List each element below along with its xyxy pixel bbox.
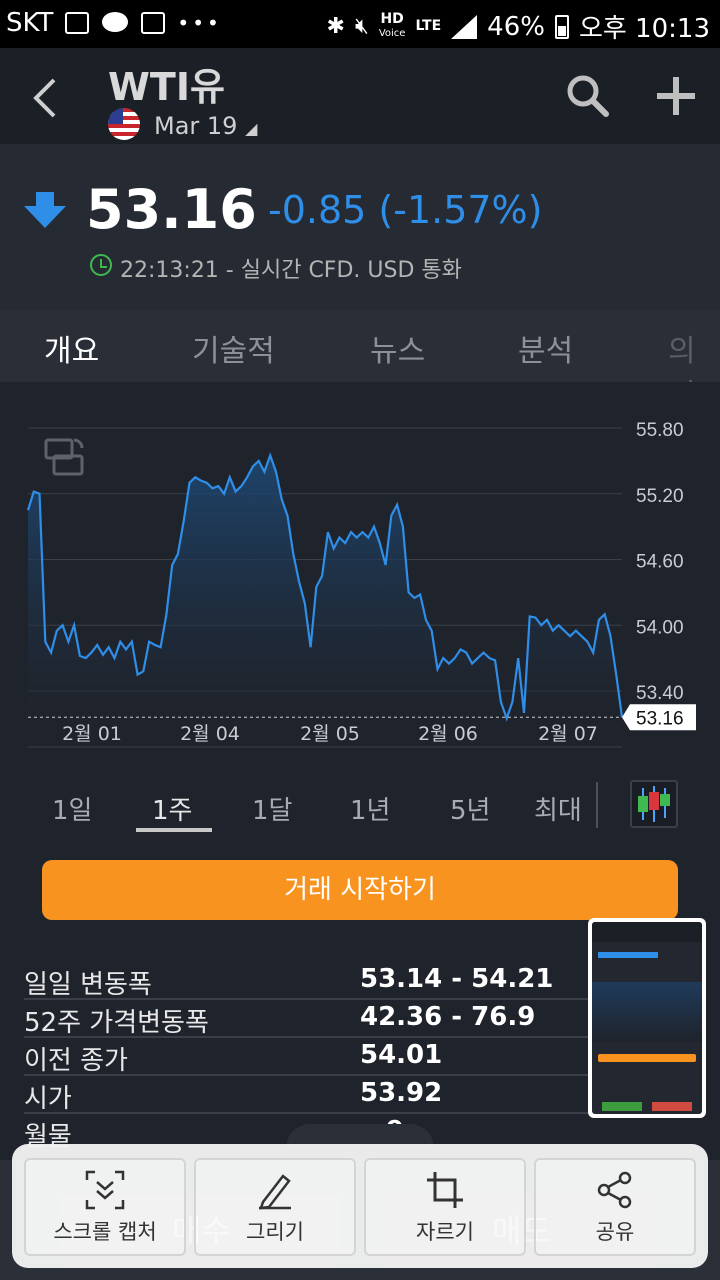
- y-tick-label: 53.40: [636, 683, 684, 704]
- app-header: WTI유 Mar 19 ◢: [0, 48, 720, 144]
- stat-row: 시가 53.92: [24, 1076, 590, 1114]
- stat-value: 54.01: [360, 1040, 443, 1070]
- tab-technical[interactable]: 기술적: [192, 326, 275, 370]
- crop-label: 자르기: [416, 1220, 474, 1244]
- range-divider: [596, 782, 598, 828]
- instrument-title: WTI유: [108, 65, 225, 109]
- font-icon: [141, 12, 166, 34]
- range-max[interactable]: 최대: [534, 790, 582, 827]
- y-tick-label: 55.80: [636, 420, 684, 441]
- thumb-trade-button: [598, 1054, 696, 1062]
- chat-icon: [102, 12, 129, 32]
- stat-value: 53.92: [360, 1078, 443, 1108]
- battery-icon: [554, 14, 569, 39]
- down-arrow-icon: [24, 192, 66, 228]
- thumbnail-content: [592, 922, 702, 1114]
- battery-percent: 46%: [487, 11, 545, 42]
- range-1m[interactable]: 1달: [252, 790, 292, 827]
- price-area-fill: [28, 455, 622, 719]
- candlestick-toggle-button[interactable]: [630, 780, 678, 828]
- stat-row: 52주 가격변동폭 42.36 - 76.9: [24, 1000, 590, 1038]
- draw-button[interactable]: 그리기: [194, 1158, 356, 1256]
- quote-panel: 53.16 -0.85 (-1.57%) 22:13:21 - 실시간 CFD.…: [0, 144, 720, 310]
- tab-analysis[interactable]: 분석: [518, 326, 573, 370]
- stat-row: 이전 종가 54.01: [24, 1038, 590, 1076]
- range-5y[interactable]: 5년: [450, 790, 490, 827]
- y-tick-label: 54.00: [636, 617, 684, 638]
- contract-selector[interactable]: Mar 19 ◢: [154, 112, 257, 140]
- section-tabs: 개요 기술적 뉴스 분석 의견: [0, 310, 720, 413]
- rotate-screen-icon[interactable]: [42, 436, 88, 478]
- carrier-label: SKT: [6, 8, 54, 38]
- scroll-capture-label: 스크롤 캡처: [53, 1220, 157, 1244]
- status-bar: SKT ••• ✱ 🔇︎ HD Voice LTE 46% 오후 10:13: [0, 0, 720, 48]
- quote-time-info: 22:13:21 - 실시간 CFD. USD 통화: [120, 258, 462, 283]
- bluetooth-icon: ✱: [326, 14, 345, 39]
- stat-value: 42.36 - 76.9: [360, 1002, 536, 1032]
- stat-label: 시가: [24, 1084, 72, 1114]
- stat-label: 일일 변동폭: [24, 970, 152, 1000]
- thumb-sell: [652, 1102, 692, 1111]
- y-tick-label: 55.20: [636, 486, 684, 507]
- tab-overview[interactable]: 개요: [44, 326, 99, 370]
- signal-icon: [451, 14, 478, 39]
- screenshot-preview-thumbnail[interactable]: [588, 918, 706, 1118]
- search-icon[interactable]: [566, 74, 610, 118]
- price-chart[interactable]: 55.80 55.20 54.60 54.00 53.40 2월 01 2월 04 2월 05…: [0, 382, 720, 752]
- scroll-capture-icon: [85, 1170, 125, 1210]
- lte-icon: LTE: [415, 18, 442, 34]
- draw-label: 그리기: [246, 1220, 304, 1244]
- stat-label: 이전 종가: [24, 1046, 128, 1076]
- thumb-price: [598, 952, 658, 958]
- price-chart-area[interactable]: 55.80 55.20 54.60 54.00 53.40 2월 01 2월 04 2월 05…: [0, 382, 720, 752]
- us-flag-icon: [108, 108, 140, 140]
- scroll-capture-button[interactable]: 스크롤 캡처: [24, 1158, 186, 1256]
- crop-button[interactable]: 자르기: [364, 1158, 526, 1256]
- y-tick-label: 54.60: [636, 552, 684, 573]
- clock-time: 오후 10:13: [578, 14, 710, 44]
- x-tick-label: 2월 07: [538, 723, 598, 745]
- thumb-buy: [602, 1102, 642, 1111]
- range-1w[interactable]: 1주: [152, 790, 192, 827]
- stat-value: 53.14 - 54.21: [360, 964, 554, 994]
- clock-icon: [90, 254, 112, 276]
- last-price-label: 53.16: [636, 708, 684, 729]
- gallery-icon: [65, 12, 90, 34]
- last-price: 53.16: [86, 178, 257, 241]
- back-arrow-icon[interactable]: [30, 76, 58, 120]
- x-tick-label: 2월 01: [62, 723, 122, 745]
- share-button[interactable]: 공유: [534, 1158, 696, 1256]
- x-tick-label: 2월 06: [418, 723, 478, 745]
- crop-icon: [427, 1172, 463, 1208]
- add-icon[interactable]: [654, 74, 698, 118]
- stat-row: 일일 변동폭 53.14 - 54.21: [24, 962, 590, 1000]
- more-notifications-icon: •••: [177, 11, 222, 35]
- start-trading-button[interactable]: 거래 시작하기: [42, 860, 678, 920]
- x-tick-label: 2월 04: [180, 723, 240, 745]
- x-tick-label: 2월 05: [300, 723, 360, 745]
- share-label: 공유: [595, 1220, 635, 1244]
- share-icon: [597, 1171, 632, 1209]
- thumb-chart: [592, 982, 702, 1042]
- hd-voice-icon: HD Voice: [378, 11, 406, 39]
- active-range-indicator: [136, 828, 212, 832]
- tab-news[interactable]: 뉴스: [370, 326, 425, 370]
- pencil-icon: [259, 1174, 291, 1210]
- thumb-header: [592, 922, 702, 942]
- stat-label: 52주 가격변동폭: [24, 1008, 209, 1038]
- price-change: -0.85 (-1.57%): [268, 188, 543, 232]
- caret-down-icon: ◢: [245, 119, 258, 138]
- candlestick-icon: [638, 786, 670, 822]
- capture-toolbar: 매수 매도 스크롤 캡처 그리기 자르기 공유: [12, 1144, 708, 1268]
- mute-icon: 🔇︎: [354, 14, 369, 39]
- range-1y[interactable]: 1년: [350, 790, 390, 827]
- contract-month: Mar 19: [154, 112, 238, 140]
- range-1d[interactable]: 1일: [52, 790, 92, 827]
